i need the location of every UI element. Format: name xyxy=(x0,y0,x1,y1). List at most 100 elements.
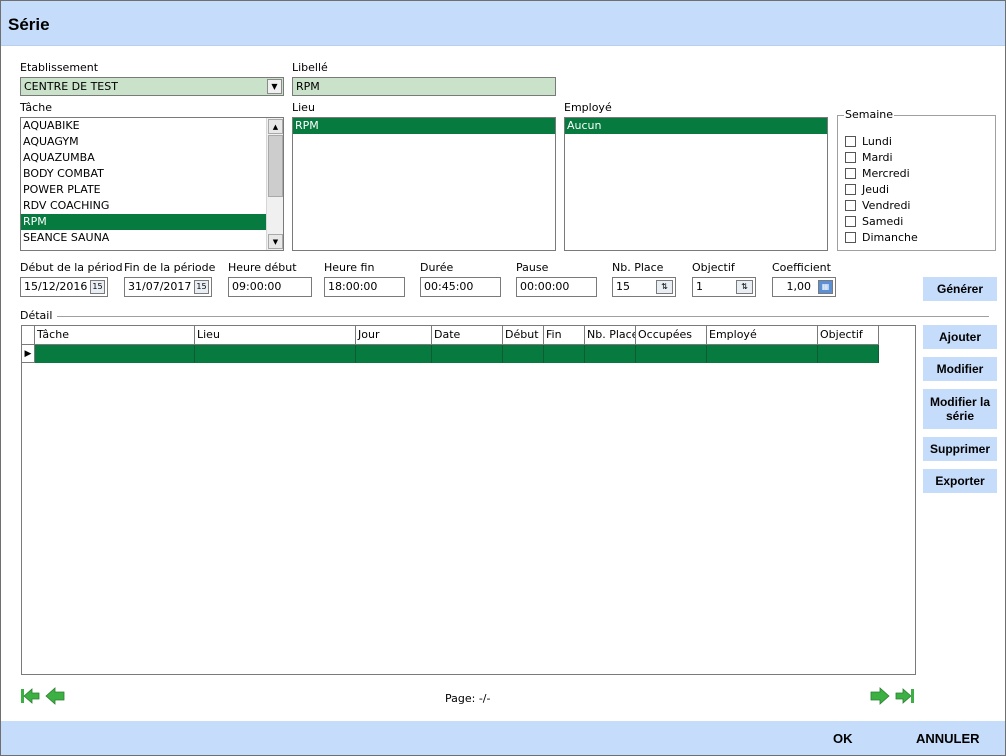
semaine-label: Semaine xyxy=(844,108,895,121)
list-item[interactable]: POWER PLATE xyxy=(21,182,283,198)
previous-page-icon[interactable] xyxy=(45,687,65,705)
objectif-stepper[interactable]: 1 ⇅ xyxy=(692,277,756,297)
heure-fin-label: Heure fin xyxy=(324,261,375,274)
pause-input[interactable]: 00:00:00 xyxy=(516,277,597,297)
etablissement-select[interactable]: CENTRE DE TEST ▼ xyxy=(20,77,284,96)
calendar-icon[interactable]: 15 xyxy=(194,280,209,294)
table-cell[interactable] xyxy=(503,345,544,363)
objectif-label: Objectif xyxy=(692,261,735,274)
list-item-selected[interactable]: RPM xyxy=(21,214,267,230)
tache-label: Tâche xyxy=(20,101,52,114)
first-page-icon[interactable] xyxy=(20,687,40,705)
calculator-icon[interactable]: ▦ xyxy=(818,280,833,294)
checkbox-label: Jeudi xyxy=(862,182,890,196)
debut-periode-value: 15/12/2016 xyxy=(24,280,88,293)
column-header-lieu[interactable]: Lieu xyxy=(195,326,356,345)
nb-place-label: Nb. Place xyxy=(612,261,664,274)
list-item[interactable]: SEANCE SAUNA xyxy=(21,230,283,246)
lieu-label: Lieu xyxy=(292,101,315,114)
list-item[interactable]: RDV COACHING xyxy=(21,198,283,214)
ok-button[interactable]: OK xyxy=(833,731,853,746)
spin-icon[interactable]: ⇅ xyxy=(736,280,753,294)
last-page-icon[interactable] xyxy=(895,687,915,705)
column-header-tache[interactable]: Tâche xyxy=(35,326,195,345)
checkbox-samedi[interactable]: Samedi xyxy=(845,214,903,228)
scroll-thumb[interactable] xyxy=(268,135,283,197)
table-cell[interactable] xyxy=(35,345,195,363)
debut-periode-input[interactable]: 15/12/2016 15 xyxy=(20,277,108,297)
pause-value: 00:00:00 xyxy=(520,280,570,293)
column-header-nb-place[interactable]: Nb. Place xyxy=(585,326,636,345)
checkbox-label: Lundi xyxy=(862,134,892,148)
coefficient-input[interactable]: 1,00 ▦ xyxy=(772,277,836,297)
lieu-list[interactable]: RPM xyxy=(292,117,556,251)
list-item-selected[interactable]: RPM xyxy=(293,118,555,134)
table-cell[interactable] xyxy=(432,345,503,363)
ajouter-button[interactable]: Ajouter xyxy=(923,325,997,349)
table-cell[interactable] xyxy=(585,345,636,363)
checkbox-jeudi[interactable]: Jeudi xyxy=(845,182,889,196)
checkbox-mardi[interactable]: Mardi xyxy=(845,150,893,164)
semaine-group: Semaine Lundi Mardi Mercredi Jeudi Vendr… xyxy=(837,108,996,251)
next-page-icon[interactable] xyxy=(870,687,890,705)
table-cell[interactable] xyxy=(636,345,707,363)
footer-bar: OK ANNULER xyxy=(1,721,1005,755)
calendar-icon[interactable]: 15 xyxy=(90,280,105,294)
tache-list[interactable]: AQUABIKE AQUAGYM AQUAZUMBA BODY COMBAT P… xyxy=(20,117,284,251)
libelle-label: Libellé xyxy=(292,61,328,74)
tache-scrollbar[interactable]: ▲ ▼ xyxy=(266,118,283,250)
detail-label: Détail xyxy=(20,309,53,322)
column-header-occupees[interactable]: Occupées xyxy=(636,326,707,345)
heure-fin-input[interactable]: 18:00:00 xyxy=(324,277,405,297)
annuler-button[interactable]: ANNULER xyxy=(916,731,980,746)
chevron-down-icon[interactable]: ▼ xyxy=(267,79,282,94)
list-item[interactable]: AQUAZUMBA xyxy=(21,150,283,166)
spin-icon[interactable]: ⇅ xyxy=(656,280,673,294)
checkbox-mercredi[interactable]: Mercredi xyxy=(845,166,910,180)
heure-debut-input[interactable]: 09:00:00 xyxy=(228,277,312,297)
heure-debut-label: Heure début xyxy=(228,261,297,274)
table-cell[interactable] xyxy=(707,345,818,363)
libelle-input[interactable]: RPM xyxy=(292,77,556,96)
checkbox-vendredi[interactable]: Vendredi xyxy=(845,198,910,212)
nb-place-stepper[interactable]: 15 ⇅ xyxy=(612,277,676,297)
checkbox-label: Mercredi xyxy=(862,166,910,180)
checkbox-label: Dimanche xyxy=(862,230,918,244)
table-cell[interactable] xyxy=(818,345,879,363)
coefficient-value: 1,00 xyxy=(786,280,812,293)
checkbox-lundi[interactable]: Lundi xyxy=(845,134,892,148)
column-header-debut[interactable]: Début xyxy=(503,326,544,345)
modifier-serie-button[interactable]: Modifier la série xyxy=(923,389,997,429)
checkbox-dimanche[interactable]: Dimanche xyxy=(845,230,918,244)
employe-list[interactable]: Aucun xyxy=(564,117,828,251)
fin-periode-label: Fin de la période xyxy=(124,261,216,274)
row-pointer-icon: ▶ xyxy=(22,345,35,363)
list-item[interactable]: AQUABIKE xyxy=(21,118,283,134)
nb-place-value: 15 xyxy=(616,280,630,293)
column-header-objectif[interactable]: Objectif xyxy=(818,326,879,345)
checkbox-label: Mardi xyxy=(862,150,893,164)
modifier-button[interactable]: Modifier xyxy=(923,357,997,381)
scroll-up-icon[interactable]: ▲ xyxy=(268,119,283,134)
duree-value: 00:45:00 xyxy=(424,280,474,293)
exporter-button[interactable]: Exporter xyxy=(923,469,997,493)
column-header-date[interactable]: Date xyxy=(432,326,503,345)
etablissement-value: CENTRE DE TEST xyxy=(24,80,118,93)
list-item[interactable]: BODY COMBAT xyxy=(21,166,283,182)
supprimer-button[interactable]: Supprimer xyxy=(923,437,997,461)
table-cell[interactable] xyxy=(195,345,356,363)
list-item[interactable]: AQUAGYM xyxy=(21,134,283,150)
column-header-fin[interactable]: Fin xyxy=(544,326,585,345)
table-cell[interactable] xyxy=(356,345,432,363)
duree-input[interactable]: 00:45:00 xyxy=(420,277,501,297)
column-header-jour[interactable]: Jour xyxy=(356,326,432,345)
scroll-down-icon[interactable]: ▼ xyxy=(268,234,283,249)
generer-button[interactable]: Générer xyxy=(923,277,997,301)
duree-label: Durée xyxy=(420,261,454,274)
detail-grid[interactable]: Tâche Lieu Jour Date Début Fin Nb. Place… xyxy=(21,325,916,675)
table-cell[interactable] xyxy=(544,345,585,363)
list-item-selected[interactable]: Aucun xyxy=(565,118,827,134)
heure-debut-value: 09:00:00 xyxy=(232,280,282,293)
fin-periode-input[interactable]: 31/07/2017 15 xyxy=(124,277,212,297)
column-header-employe[interactable]: Employé xyxy=(707,326,818,345)
